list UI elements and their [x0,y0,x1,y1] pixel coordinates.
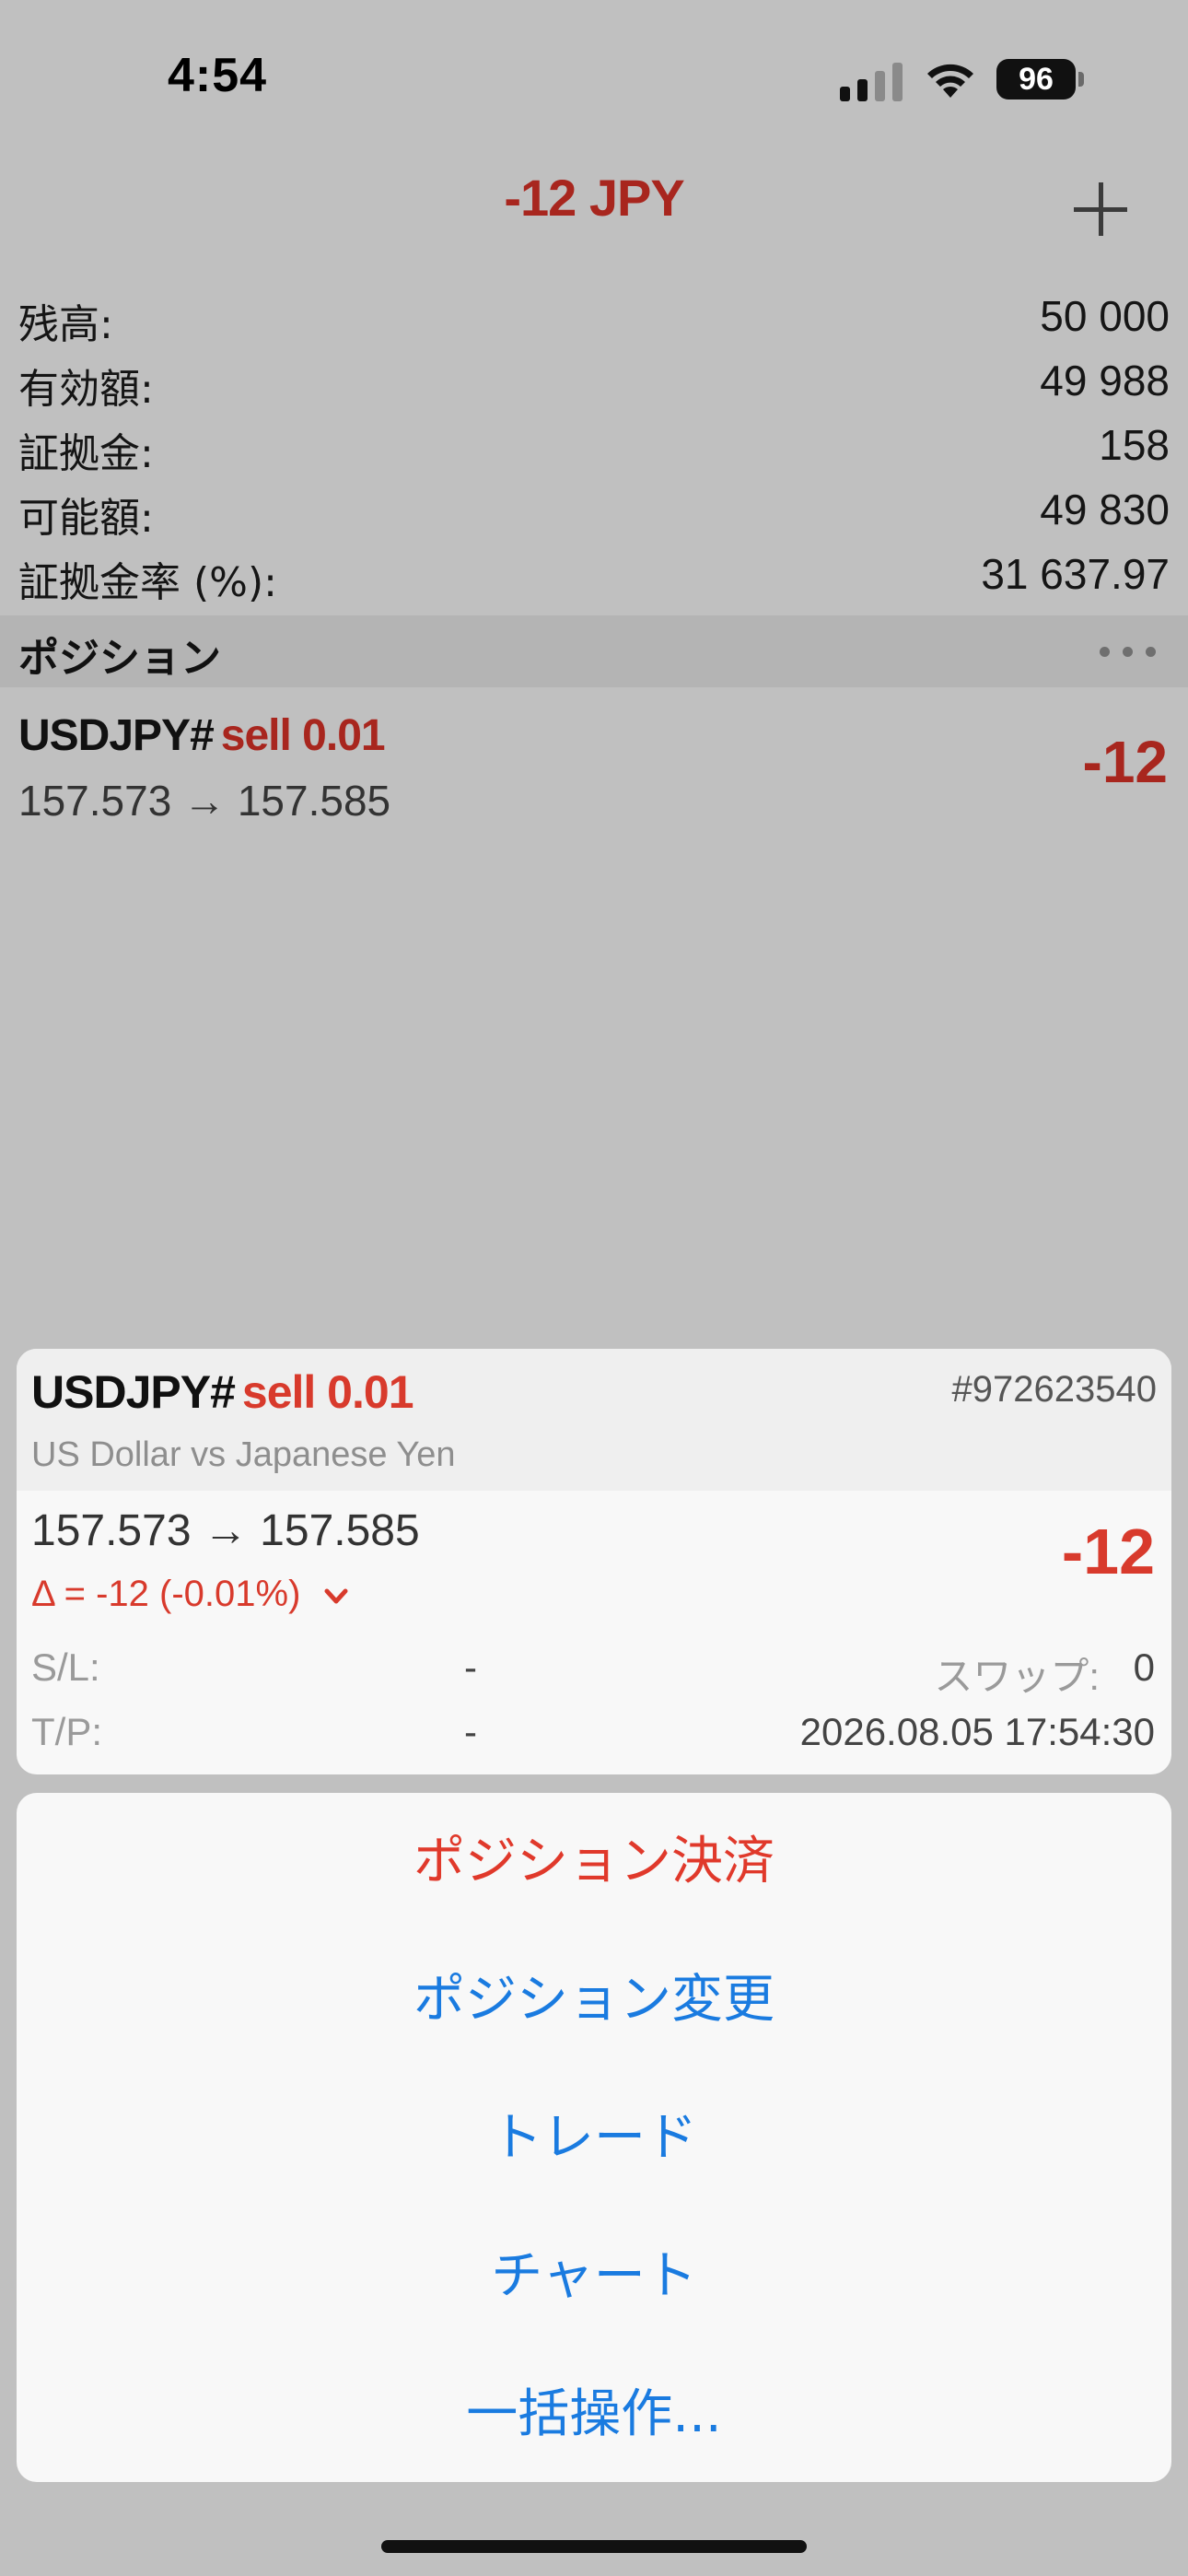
status-time: 4:54 [168,49,268,102]
trade-button[interactable]: トレード [17,2069,1171,2207]
free-margin-value: 49 830 [1040,486,1170,533]
add-order-button[interactable] [1072,181,1129,238]
more-options-icon[interactable] [1100,647,1157,658]
modify-position-button[interactable]: ポジション変更 [17,1931,1171,2069]
swap-label: スワップ: [934,1655,1100,1698]
detail-delta: Δ = -12 (-0.01%) [31,1574,301,1614]
swap-value: 0 [1133,1645,1155,1689]
tp-value: - [464,1710,477,1753]
sl-value: - [464,1645,477,1689]
margin-value: 158 [1099,421,1170,469]
summary-row-balance: 残高: 50 000 [0,284,1188,348]
position-prices: 157.573 → 157.585 [18,777,391,825]
position-detail-card: USDJPY# sell 0.01 #972623540 US Dollar vs… [17,1349,1171,1774]
summary-row-margin-level: 証拠金率 (%): 31 637.97 [0,542,1188,606]
detail-header: USDJPY# sell 0.01 #972623540 US Dollar vs… [17,1349,1171,1491]
battery-icon: 96 [996,59,1084,100]
account-summary: 残高: 50 000 有効額: 49 988 証拠金: 158 可能額: 49 … [0,284,1188,606]
wifi-icon [927,64,973,98]
detail-profit: -12 [1061,1516,1155,1587]
position-symbol: USDJPY# [18,711,215,760]
position-side: sell 0.01 [220,711,386,760]
position-row[interactable]: USDJPY# sell 0.01 157.573 → 157.585 -12 [0,700,1188,838]
margin-level-label: 証拠金率 (%): [18,559,277,606]
equity-label: 有効額: [18,366,154,413]
open-time: 2026.08.05 17:54:30 [799,1710,1155,1753]
positions-section-header: ポジション [0,615,1188,687]
summary-row-equity: 有効額: 49 988 [0,348,1188,413]
bulk-operations-button[interactable]: 一括操作... [17,2346,1171,2484]
battery-level: 96 [996,59,1076,100]
cellular-signal-icon [840,63,903,101]
detail-symbol-line: USDJPY# sell 0.01 [31,1365,413,1419]
detail-symbol: USDJPY# [31,1366,236,1418]
tp-label: T/P: [31,1710,103,1753]
detail-delta-toggle[interactable]: Δ = -12 (-0.01%) [31,1574,348,1615]
home-indicator[interactable] [381,2540,807,2553]
chevron-down-icon [324,1588,348,1604]
detail-side: sell 0.01 [241,1366,414,1418]
detail-ticket: #972623540 [951,1369,1157,1410]
detail-description: US Dollar vs Japanese Yen [31,1435,456,1474]
position-profit: -12 [1082,729,1169,795]
chart-button[interactable]: チャート [17,2207,1171,2346]
close-position-button[interactable]: ポジション決済 [17,1793,1171,1931]
summary-row-free-margin: 可能額: 49 830 [0,477,1188,542]
sl-label: S/L: [31,1645,100,1689]
status-bar: 4:54 96 [0,0,1188,147]
margin-level-value: 31 637.97 [981,550,1170,598]
summary-row-margin: 証拠金: 158 [0,413,1188,477]
margin-label: 証拠金: [18,430,154,477]
free-margin-label: 可能額: [18,495,154,542]
position-symbol-line: USDJPY# sell 0.01 [18,709,386,761]
detail-prices: 157.573 → 157.585 [31,1506,420,1555]
equity-value: 49 988 [1040,357,1170,404]
action-sheet: ポジション決済 ポジション変更 トレード チャート 一括操作... [17,1793,1171,2482]
balance-label: 残高: [18,301,113,348]
positions-section-title: ポジション [18,635,221,682]
floating-profit-total: -12 JPY [504,169,684,227]
balance-value: 50 000 [1040,292,1170,340]
